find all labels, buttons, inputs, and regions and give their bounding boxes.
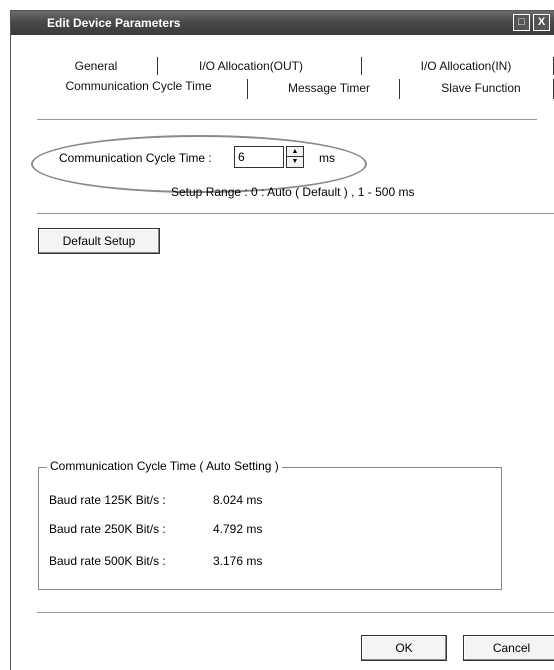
window-title: Edit Device Parameters	[47, 16, 181, 30]
section-divider	[37, 213, 554, 214]
tab-separator	[247, 79, 248, 99]
tab-general[interactable]: General	[51, 55, 141, 77]
footer-divider	[37, 612, 554, 613]
default-setup-button[interactable]: Default Setup	[38, 228, 160, 254]
baud-125k-label: Baud rate 125K Bit/s :	[49, 493, 166, 507]
baud-500k-label: Baud rate 500K Bit/s :	[49, 554, 166, 568]
auto-setting-group: Communication Cycle Time ( Auto Setting …	[38, 459, 502, 590]
cycle-time-unit: ms	[319, 151, 335, 165]
auto-setting-group-title: Communication Cycle Time ( Auto Setting …	[47, 459, 282, 473]
tab-separator	[361, 57, 362, 75]
panel-top-divider	[37, 119, 537, 120]
setup-range-text: Setup Range : 0 : Auto ( Default ) , 1 -…	[171, 185, 415, 199]
tab-message-timer[interactable]: Message Timer	[261, 77, 397, 99]
close-icon[interactable]: X	[533, 14, 550, 31]
tab-communication-cycle-time[interactable]: Communication Cycle Time	[46, 75, 231, 97]
tab-io-allocation-out[interactable]: I/O Allocation(OUT)	[171, 55, 331, 77]
edit-device-parameters-dialog: Edit Device Parameters □ X General I/O A…	[10, 10, 554, 670]
tab-row-back: General I/O Allocation(OUT) I/O Allocati…	[11, 55, 554, 77]
maximize-icon[interactable]: □	[513, 14, 530, 31]
tab-separator	[399, 79, 400, 99]
spin-down-icon[interactable]: ▼	[287, 157, 303, 167]
baud-500k-value: 3.176 ms	[213, 554, 263, 568]
cancel-button[interactable]: Cancel	[463, 635, 554, 661]
cycle-time-spinner[interactable]: ▲ ▼	[286, 146, 304, 168]
spin-up-icon[interactable]: ▲	[287, 147, 303, 157]
ok-button[interactable]: OK	[361, 635, 447, 661]
baud-250k-value: 4.792 ms	[213, 522, 263, 536]
baud-125k-value: 8.024 ms	[213, 493, 263, 507]
tab-separator	[157, 57, 158, 75]
cycle-time-label: Communication Cycle Time :	[59, 151, 212, 165]
baud-250k-label: Baud rate 250K Bit/s :	[49, 522, 166, 536]
title-bar[interactable]: Edit Device Parameters □ X	[11, 11, 554, 35]
tab-row-front: Communication Cycle Time Message Timer S…	[11, 75, 554, 99]
tab-slave-function[interactable]: Slave Function	[411, 77, 551, 99]
tab-io-allocation-in[interactable]: I/O Allocation(IN)	[391, 55, 541, 77]
cycle-time-input[interactable]	[234, 146, 284, 168]
